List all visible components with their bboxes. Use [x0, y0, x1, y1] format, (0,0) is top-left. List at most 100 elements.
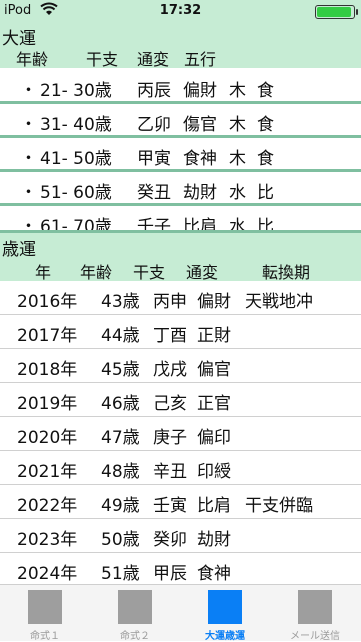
saiun-col-tenkan: 転換期 [262, 263, 311, 282]
status-bar: iPod 17:32 [0, 0, 361, 22]
taiun-age: 31- 40歳 [40, 115, 112, 135]
taiun-row[interactable]: ・ 51- 60歳 癸丑 劫財 水 比 [0, 172, 361, 206]
saiun-row[interactable]: 2019年 46歳 己亥 正官 [0, 383, 361, 417]
saiun-year: 2024年 [17, 564, 78, 584]
saiun-tsuhen: 劫財 [197, 530, 231, 550]
bullet: ・ [20, 183, 37, 203]
taiun-col-kanshi: 干支 [86, 50, 119, 69]
saiun-year: 2016年 [17, 292, 78, 312]
meishiki-2-icon [118, 590, 152, 624]
taiun-row[interactable]: ・ 41- 50歳 甲寅 食神 木 食 [0, 138, 361, 172]
mail-icon [298, 590, 332, 624]
saiun-col-tsuhen: 通変 [186, 263, 219, 282]
saiun-kanshi: 丙申 [153, 292, 187, 312]
tab-taiun-saiun[interactable]: 大運歳運 [180, 585, 270, 642]
saiun-row[interactable]: 2024年 51歳 甲辰 食神 [0, 553, 361, 584]
tab-meishiki-2[interactable]: 命式２ [90, 585, 180, 642]
saiun-age: 45歳 [101, 360, 140, 380]
saiun-row[interactable]: 2017年 44歳 丁酉 正財 [0, 315, 361, 349]
saiun-age: 48歳 [101, 462, 140, 482]
taiun-age: 61- 70歳 [40, 217, 112, 232]
taiun-tsuhen: 劫財 [183, 183, 217, 203]
taiun-age: 51- 60歳 [40, 183, 112, 203]
taiun-gogyo: 木 [229, 115, 246, 135]
saiun-tsuhen: 偏財 [197, 292, 231, 312]
taiun-kanshi: 甲寅 [137, 149, 171, 169]
taiun-gogyo: 木 [229, 81, 246, 101]
saiun-kanshi: 丁酉 [153, 326, 187, 346]
saiun-tenkan: 干支併臨 [245, 496, 313, 516]
saiun-year: 2022年 [17, 496, 78, 516]
clock: 17:32 [159, 3, 202, 18]
taiun-row[interactable]: ・ 61- 70歳 壬子 比肩 水 比 [0, 206, 361, 232]
saiun-tsuhen: 食神 [197, 564, 231, 584]
taiun-col-age: 年齢 [16, 50, 49, 69]
saiun-row[interactable]: 2022年 49歳 壬寅 比肩 干支併臨 [0, 485, 361, 519]
taiun-kanshi: 壬子 [137, 217, 171, 232]
saiun-year: 2023年 [17, 530, 78, 550]
saiun-age: 44歳 [101, 326, 140, 346]
taiun-tsuhen: 傷官 [183, 115, 217, 135]
saiun-tsuhen: 偏官 [197, 360, 231, 380]
tab-mail-send[interactable]: メール送信 [270, 585, 360, 642]
saiun-tsuhen: 正官 [197, 394, 231, 414]
saiun-age: 47歳 [101, 428, 140, 448]
taiun-extra: 食 [257, 81, 274, 101]
bullet: ・ [20, 115, 37, 135]
meishiki-1-icon [28, 590, 62, 624]
saiun-col-year: 年 [35, 263, 52, 282]
taiun-extra: 比 [257, 183, 274, 203]
saiun-year: 2021年 [17, 462, 78, 482]
saiun-row[interactable]: 2018年 45歳 戊戌 偏官 [0, 349, 361, 383]
taiun-kanshi: 丙辰 [137, 81, 171, 101]
saiun-age: 46歳 [101, 394, 140, 414]
saiun-col-kanshi: 干支 [133, 263, 166, 282]
saiun-age: 43歳 [101, 292, 140, 312]
saiun-row[interactable]: 2023年 50歳 癸卯 劫財 [0, 519, 361, 553]
saiun-kanshi: 甲辰 [153, 564, 187, 584]
saiun-kanshi: 壬寅 [153, 496, 187, 516]
taiun-col-tsuhen: 通変 [137, 50, 170, 69]
saiun-col-age: 年齢 [80, 263, 113, 282]
taiun-age: 41- 50歳 [40, 149, 112, 169]
taiun-header: 大運 年齢 干支 通変 五行 [0, 22, 361, 69]
bullet: ・ [20, 149, 37, 169]
saiun-kanshi: 戊戌 [153, 360, 187, 380]
tab-bar: 命式１ 命式２ 大運歳運 メール送信 [0, 584, 361, 642]
taiun-col-gogyo: 五行 [184, 50, 217, 69]
saiun-year: 2019年 [17, 394, 78, 414]
saiun-kanshi: 癸卯 [153, 530, 187, 550]
saiun-header: 歳運 年 年齢 干支 通変 転換期 [0, 233, 361, 282]
saiun-tsuhen: 印綬 [197, 462, 231, 482]
taiun-gogyo: 水 [229, 183, 246, 203]
taiun-tsuhen: 偏財 [183, 81, 217, 101]
saiun-year: 2018年 [17, 360, 78, 380]
taiun-kanshi: 乙卯 [137, 115, 171, 135]
taiun-age: 21- 30歳 [40, 81, 112, 101]
taiun-row[interactable]: ・ 31- 40歳 乙卯 傷官 木 食 [0, 104, 361, 138]
taiun-row[interactable]: ・ 21- 30歳 丙辰 偏財 木 食 [0, 70, 361, 104]
saiun-row[interactable]: 2020年 47歳 庚子 偏印 [0, 417, 361, 451]
bullet: ・ [20, 81, 37, 101]
saiun-age: 49歳 [101, 496, 140, 516]
bullet: ・ [20, 217, 37, 232]
saiun-title: 歳運 [2, 240, 36, 260]
saiun-row[interactable]: 2016年 43歳 丙申 偏財 天戦地冲 [0, 281, 361, 315]
saiun-tsuhen: 比肩 [197, 496, 231, 516]
taiun-tsuhen: 食神 [183, 149, 217, 169]
saiun-row[interactable]: 2021年 48歳 辛丑 印綬 [0, 451, 361, 485]
saiun-tsuhen: 正財 [197, 326, 231, 346]
taiun-extra: 食 [257, 115, 274, 135]
taiun-tsuhen: 比肩 [183, 217, 217, 232]
saiun-kanshi: 己亥 [153, 394, 187, 414]
saiun-kanshi: 庚子 [153, 428, 187, 448]
taiun-saiun-icon [208, 590, 242, 624]
saiun-tenkan: 天戦地冲 [245, 292, 313, 312]
taiun-gogyo: 水 [229, 217, 246, 232]
saiun-age: 50歳 [101, 530, 140, 550]
taiun-extra: 食 [257, 149, 274, 169]
saiun-year: 2020年 [17, 428, 78, 448]
saiun-age: 51歳 [101, 564, 140, 584]
battery-icon [315, 5, 358, 19]
tab-meishiki-1[interactable]: 命式１ [0, 585, 90, 642]
